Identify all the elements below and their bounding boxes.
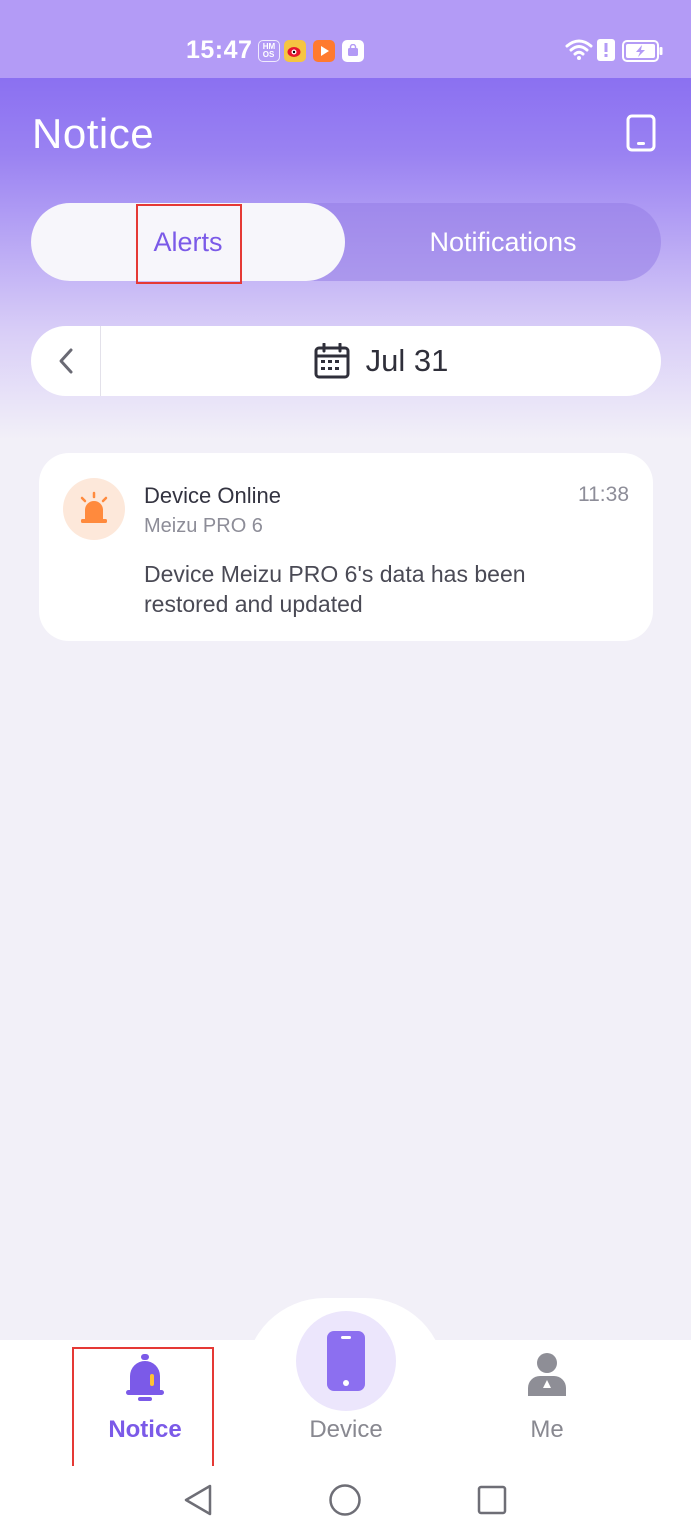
alerts-notifications-tabs: Alerts Notifications [31,203,661,281]
nav-me[interactable]: Me [477,1352,617,1462]
previous-date-button[interactable] [31,326,101,396]
battery-charging-icon [622,40,664,67]
alert-title: Device Online [144,483,281,508]
nav-me-label: Me [530,1416,564,1443]
back-triangle-icon [184,1484,212,1516]
alert-icon-badge [63,478,125,540]
nav-device[interactable]: Device [276,1352,416,1462]
alert-device-name: Meizu PRO 6 [144,515,263,537]
tab-notifications[interactable]: Notifications [345,203,661,281]
recents-square-icon [477,1485,507,1515]
home-circle-icon [329,1484,361,1516]
system-back-button[interactable] [178,1480,218,1520]
device-header-button[interactable] [622,112,660,154]
bell-icon [126,1354,164,1401]
alert-time: 11:38 [578,483,629,506]
date-selector: Jul 31 [31,326,661,396]
weibo-icon [284,40,306,62]
system-navigation-bar [0,1466,691,1536]
system-home-button[interactable] [325,1480,365,1520]
date-display[interactable]: Jul 31 [101,326,661,396]
siren-icon [80,491,108,523]
video-app-icon [313,40,335,62]
nav-notice[interactable]: Notice [75,1352,215,1462]
alert-status-icon [597,39,615,66]
status-bar: 15:47 HM OS [0,0,691,78]
current-date: Jul 31 [365,343,449,378]
phone-outline-icon [626,114,656,152]
shop-app-icon [342,40,364,62]
alert-card[interactable]: Device Online Meizu PRO 6 11:38 Device M… [39,453,653,641]
person-icon [528,1353,566,1396]
status-time: 15:47 [186,36,253,64]
system-recents-button[interactable] [472,1480,512,1520]
calendar-icon [314,343,350,379]
alert-message: Device Meizu PRO 6's data has been resto… [144,561,526,617]
nav-device-label: Device [309,1416,383,1443]
chevron-left-icon [59,348,72,374]
tab-alerts[interactable]: Alerts [31,203,345,281]
hmos-icon: HM OS [258,40,280,62]
page-title: Notice [32,110,155,157]
nav-notice-label: Notice [108,1416,182,1443]
wifi-icon [565,38,593,65]
